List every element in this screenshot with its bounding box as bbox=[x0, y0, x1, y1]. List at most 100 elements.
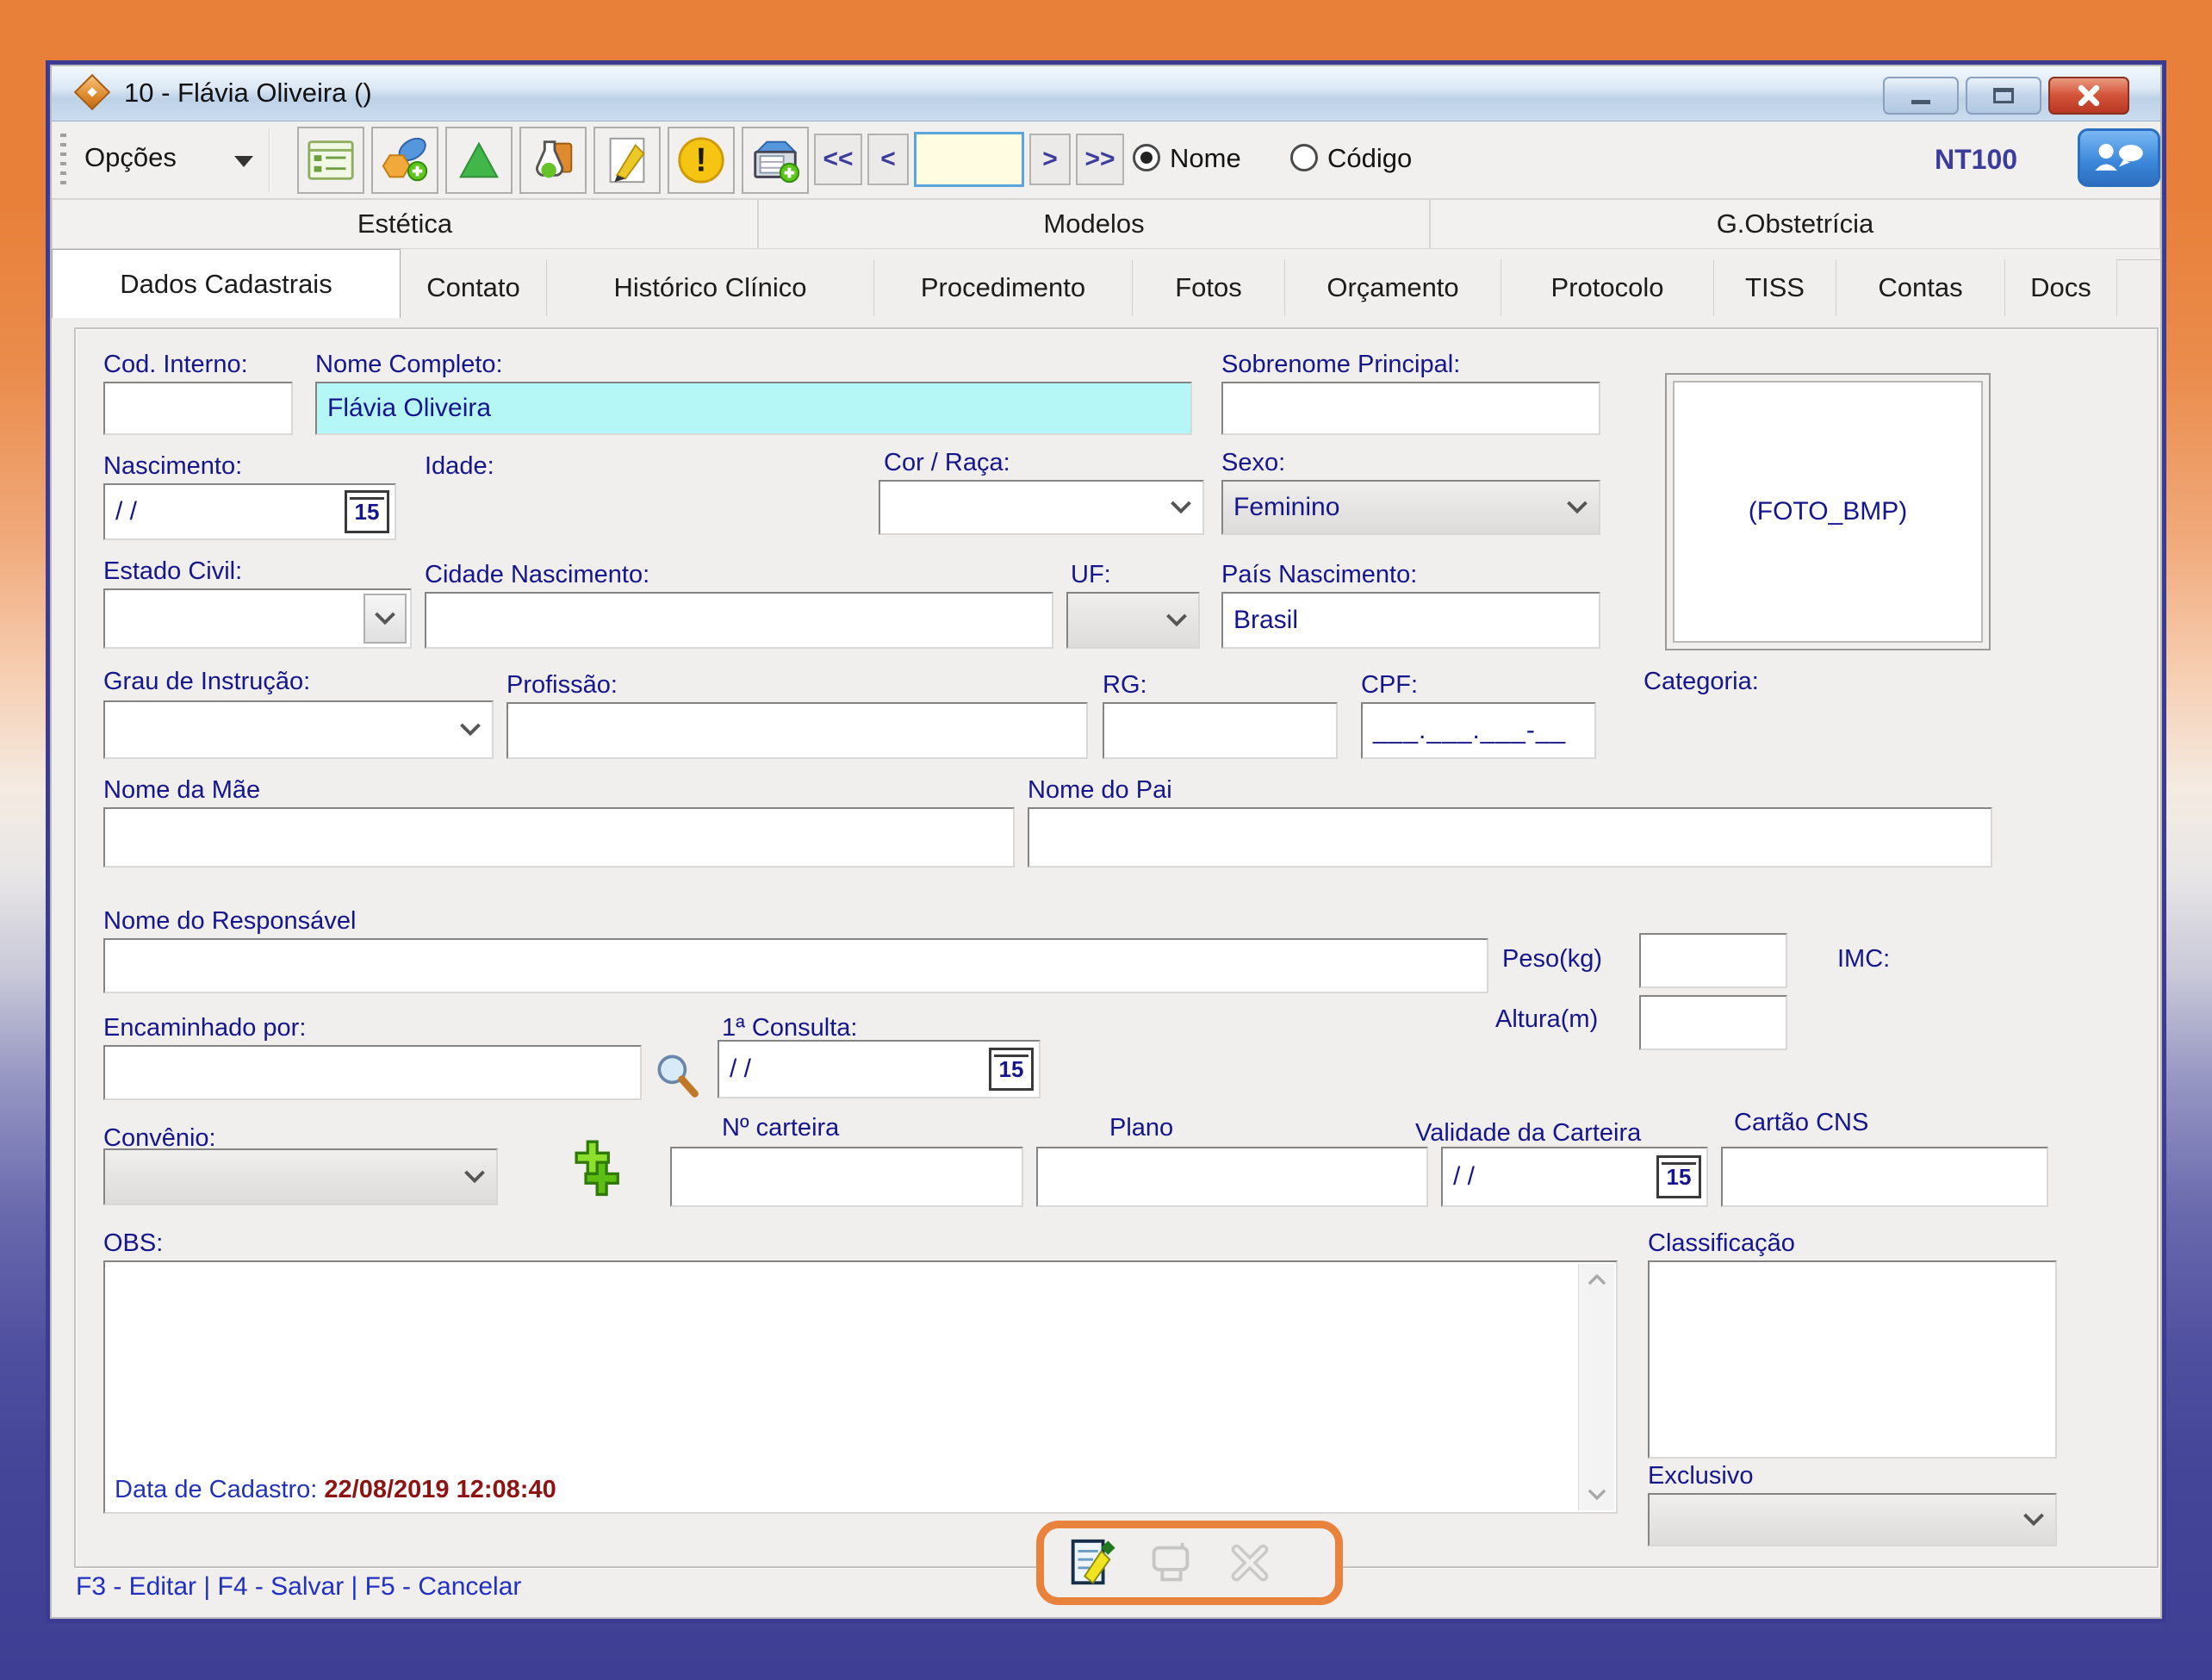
primeira-consulta-field[interactable]: / / 15 bbox=[718, 1040, 1041, 1098]
sexo-label: Sexo: bbox=[1221, 449, 1285, 477]
scroll-up-icon[interactable] bbox=[1586, 1272, 1608, 1286]
data-cadastro-label: Data de Cadastro: bbox=[115, 1476, 317, 1503]
convenio-select[interactable] bbox=[103, 1148, 498, 1205]
restore-button[interactable] bbox=[1966, 77, 2041, 115]
record-search-input[interactable] bbox=[914, 132, 1024, 187]
tab-estetica[interactable]: Estética bbox=[52, 199, 758, 249]
nome-pai-label: Nome do Pai bbox=[1028, 776, 1172, 805]
primeira-consulta-value: / / bbox=[730, 1055, 751, 1084]
edit-pencil-button[interactable] bbox=[593, 127, 661, 194]
cor-raca-select[interactable] bbox=[879, 480, 1204, 535]
toolbar-separator bbox=[269, 128, 270, 192]
medications-button[interactable] bbox=[371, 127, 438, 194]
lab-flask-button[interactable] bbox=[519, 127, 587, 194]
tab-orcamento[interactable]: Orçamento bbox=[1285, 259, 1501, 316]
nav-prev-button[interactable]: < bbox=[867, 134, 909, 185]
user-chat-button[interactable] bbox=[2078, 128, 2160, 187]
categoria-label: Categoria: bbox=[1643, 668, 1759, 696]
tab-contas[interactable]: Contas bbox=[1836, 259, 2005, 316]
peso-label: Peso(kg) bbox=[1502, 945, 1602, 974]
cpf-field[interactable]: ___.___.___-__ bbox=[1361, 702, 1596, 759]
tab-procedimento[interactable]: Procedimento bbox=[874, 259, 1133, 316]
encaminhado-field[interactable] bbox=[103, 1045, 642, 1100]
close-button[interactable] bbox=[2048, 77, 2129, 115]
sexo-select[interactable]: Feminino bbox=[1221, 480, 1600, 535]
obs-scrollbar[interactable] bbox=[1578, 1264, 1614, 1510]
altura-field[interactable] bbox=[1639, 995, 1787, 1050]
cartao-cns-label: Cartão CNS bbox=[1734, 1109, 1868, 1137]
uf-select[interactable] bbox=[1066, 592, 1200, 649]
rg-field[interactable] bbox=[1103, 702, 1338, 759]
grau-instrucao-select[interactable] bbox=[103, 700, 494, 759]
exclusivo-select[interactable] bbox=[1648, 1493, 2057, 1546]
add-photo-button[interactable] bbox=[742, 127, 809, 194]
cartao-cns-field[interactable] bbox=[1721, 1147, 2048, 1207]
toolbar-grip[interactable] bbox=[60, 134, 66, 187]
tab-contato[interactable]: Contato bbox=[401, 259, 547, 316]
nascimento-field[interactable]: / / 15 bbox=[103, 483, 396, 540]
record-form-button[interactable] bbox=[297, 127, 364, 194]
tab-docs[interactable]: Docs bbox=[2005, 259, 2117, 316]
responsavel-field[interactable] bbox=[103, 938, 1488, 993]
cancel-icon-disabled bbox=[1223, 1536, 1277, 1590]
minimize-button[interactable] bbox=[1883, 77, 1959, 115]
alert-icon: ! bbox=[674, 134, 728, 187]
options-caret-icon[interactable] bbox=[234, 156, 253, 167]
alert-button[interactable]: ! bbox=[668, 127, 735, 194]
n-carteira-label: Nº carteira bbox=[722, 1114, 839, 1142]
search-icon[interactable] bbox=[651, 1048, 703, 1100]
tab-fotos[interactable]: Fotos bbox=[1133, 259, 1285, 316]
estado-civil-label: Estado Civil: bbox=[103, 557, 242, 586]
options-menu[interactable]: Opções bbox=[84, 142, 177, 173]
sobrenome-field[interactable] bbox=[1221, 382, 1600, 435]
n-carteira-field[interactable] bbox=[670, 1147, 1023, 1207]
cidade-nascimento-label: Cidade Nascimento: bbox=[425, 561, 649, 589]
pais-nascimento-field[interactable]: Brasil bbox=[1221, 592, 1600, 649]
tab-modelos[interactable]: Modelos bbox=[758, 199, 1430, 249]
chevron-down-icon bbox=[2021, 1511, 2047, 1528]
lab-flask-icon bbox=[526, 134, 580, 187]
nav-next-button[interactable]: > bbox=[1029, 134, 1071, 185]
tab-dados-cadastrais[interactable]: Dados Cadastrais bbox=[52, 249, 401, 318]
radio-codigo[interactable] bbox=[1290, 144, 1318, 171]
data-cadastro-value: 22/08/2019 12:08:40 bbox=[324, 1476, 556, 1503]
radio-nome[interactable] bbox=[1133, 144, 1160, 171]
validade-calendar-icon[interactable]: 15 bbox=[1656, 1155, 1701, 1198]
patient-photo-placeholder[interactable]: (FOTO_BMP) bbox=[1673, 381, 1983, 643]
estado-civil-dropdown-button[interactable] bbox=[363, 594, 407, 644]
cor-raca-label: Cor / Raça: bbox=[884, 449, 1010, 477]
chevron-down-icon bbox=[1164, 612, 1190, 629]
uf-label: UF: bbox=[1071, 561, 1111, 589]
tab-protocolo[interactable]: Protocolo bbox=[1501, 259, 1714, 316]
profissao-field[interactable] bbox=[506, 702, 1088, 759]
grau-instrucao-label: Grau de Instrução: bbox=[103, 668, 310, 696]
classificacao-listbox[interactable] bbox=[1648, 1260, 2057, 1459]
title-bar[interactable]: 10 - Flávia Oliveira () bbox=[52, 66, 2160, 121]
nome-completo-field[interactable]: Flávia Oliveira bbox=[315, 382, 1192, 435]
module-tabs: Estética Modelos G.Obstetrícia bbox=[52, 199, 2160, 249]
sobrenome-label: Sobrenome Principal: bbox=[1221, 351, 1460, 379]
nascimento-calendar-icon[interactable]: 15 bbox=[345, 490, 389, 533]
tab-gobstetricia[interactable]: G.Obstetrícia bbox=[1430, 199, 2160, 249]
cod-interno-field[interactable] bbox=[103, 382, 293, 435]
plano-field[interactable] bbox=[1036, 1147, 1428, 1207]
scroll-down-icon[interactable] bbox=[1586, 1488, 1608, 1502]
primeira-consulta-calendar-icon[interactable]: 15 bbox=[989, 1048, 1034, 1091]
close-icon bbox=[2076, 83, 2102, 109]
add-convenio-icon[interactable] bbox=[565, 1140, 625, 1200]
cidade-nascimento-field[interactable] bbox=[425, 592, 1053, 649]
peso-field[interactable] bbox=[1639, 933, 1787, 988]
estado-civil-select[interactable] bbox=[103, 588, 412, 649]
chevron-down-icon bbox=[372, 610, 398, 627]
evolution-button[interactable] bbox=[445, 127, 513, 194]
record-form-icon bbox=[304, 134, 357, 187]
nome-mae-field[interactable] bbox=[103, 807, 1015, 868]
nav-first-button[interactable]: << bbox=[814, 134, 862, 185]
nav-last-button[interactable]: >> bbox=[1076, 134, 1124, 185]
tab-historico-clinico[interactable]: Histórico Clínico bbox=[547, 259, 874, 316]
nome-pai-field[interactable] bbox=[1028, 807, 1992, 868]
tab-tiss[interactable]: TISS bbox=[1714, 259, 1836, 316]
edit-record-icon[interactable] bbox=[1065, 1536, 1118, 1590]
validade-field[interactable]: / / 15 bbox=[1441, 1147, 1708, 1207]
patient-photo-frame: (FOTO_BMP) bbox=[1665, 373, 1991, 650]
